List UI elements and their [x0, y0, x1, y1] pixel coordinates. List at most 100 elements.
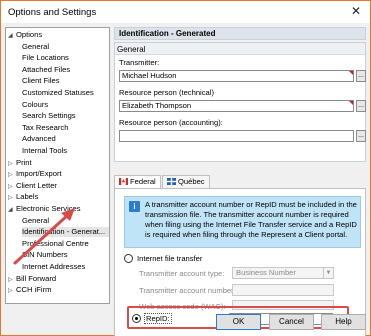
account-type-label: Transmitter account type: [139, 269, 225, 278]
options-settings-window: Options and Settings ✕ ◢ Options General Fi… [0, 0, 371, 336]
help-button[interactable]: Help [321, 314, 366, 330]
tree-item[interactable]: Client Files [22, 76, 109, 86]
tab-federal[interactable]: Federal [114, 175, 161, 189]
tree-item-label: Professional Centre [22, 238, 89, 248]
info-icon: i [129, 201, 140, 212]
close-icon[interactable]: ✕ [346, 3, 366, 20]
account-type-select[interactable]: Business Number ▼ [232, 267, 334, 279]
tree-item-label: Labels [16, 192, 39, 202]
collapsed-arrow-icon[interactable]: ▷ [8, 159, 16, 169]
tree-item[interactable]: SIN Numbers [22, 250, 109, 260]
repid-radio[interactable] [132, 314, 141, 323]
tree-item[interactable]: ▷ Labels [8, 192, 109, 202]
tree-item-label: Client Files [22, 76, 60, 86]
info-message: i A transmitter account number or RepID … [124, 196, 361, 248]
transmitter-browse-button[interactable]: ... [356, 70, 366, 82]
repid-label[interactable]: RepID: [144, 313, 172, 324]
tree-item-label: Identification - Generat... [22, 227, 106, 237]
tree-item-label: Internal Tools [22, 146, 68, 155]
tree-item[interactable]: Tax Research [22, 123, 109, 133]
tree-item[interactable]: ▷ Bill Forward [8, 274, 109, 284]
collapsed-arrow-icon[interactable]: ▷ [8, 193, 16, 203]
tree-item-label: Internet Addresses [22, 262, 86, 271]
collapsed-arrow-icon[interactable]: ▷ [8, 170, 16, 180]
panel-header: Identification - Generated [114, 27, 366, 40]
required-marker-icon [349, 101, 353, 105]
jurisdiction-tabs: Federal Québec [114, 175, 366, 189]
accounting-resource-field[interactable] [119, 130, 354, 142]
tree-item-label: Client Letter [16, 180, 57, 190]
tree-item[interactable]: ▷ Print [8, 158, 109, 168]
tree-item-label: SIN Numbers [22, 250, 68, 260]
expanded-arrow-icon[interactable]: ◢ [8, 205, 16, 215]
cancel-button[interactable]: Cancel [269, 314, 314, 330]
tree-item[interactable]: General [22, 42, 109, 52]
tree-item[interactable]: ▷ CCH iFirm [8, 285, 109, 295]
account-number-field[interactable] [232, 284, 334, 296]
account-number-label: Transmitter account number: [139, 286, 236, 295]
transmitter-field[interactable]: Michael Hudson [119, 70, 354, 82]
tab-quebec[interactable]: Québec [162, 175, 210, 188]
collapsed-arrow-icon[interactable]: ▷ [8, 182, 16, 192]
tree-item-label: Electronic Services [16, 204, 81, 213]
tab-quebec-label: Québec [178, 177, 205, 186]
tech-resource-label: Resource person (technical) [119, 88, 214, 97]
options-tree[interactable]: ◢ Options General File Locations Attached Fi… [5, 27, 110, 304]
expanded-arrow-icon[interactable]: ◢ [8, 31, 16, 41]
tree-item[interactable]: Search Settings [22, 111, 109, 121]
tree-item-label: Customized Statuses [22, 88, 94, 97]
transmitter-value: Michael Hudson [122, 71, 177, 80]
tree-item[interactable]: ▷ Client Letter [8, 181, 109, 191]
collapsed-arrow-icon[interactable]: ▷ [8, 286, 16, 296]
general-section: General Transmitter: Michael Hudson ... … [114, 42, 366, 162]
ok-button[interactable]: OK [216, 314, 261, 330]
tree-item-label: Options [16, 30, 43, 39]
tree-item-label: Advanced [22, 134, 56, 144]
tree-item-label: Colours [22, 99, 49, 109]
tree-item[interactable]: ◢ Electronic Services [8, 204, 109, 214]
general-section-title: General [117, 45, 146, 54]
tree-item[interactable]: General [22, 216, 109, 226]
tab-federal-label: Federal [130, 177, 156, 186]
window-title: Options and Settings [8, 7, 97, 18]
tech-resource-browse-button[interactable]: ... [356, 100, 366, 112]
tree-item[interactable]: Internal Tools [22, 146, 109, 156]
account-type-value: Business Number [236, 268, 296, 277]
tree-item[interactable]: Professional Centre [22, 239, 109, 249]
chevron-down-icon: ▼ [323, 268, 333, 278]
collapsed-arrow-icon[interactable]: ▷ [8, 275, 16, 285]
tree-item-label: Tax Research [22, 122, 69, 132]
accounting-resource-browse-button[interactable]: ... [356, 130, 366, 142]
tree-item[interactable]: Internet Addresses [22, 262, 109, 272]
tree-item[interactable]: ◢ Options [8, 30, 109, 40]
info-message-text: A transmitter account number or RepID mu… [145, 200, 357, 239]
internet-file-transfer-label[interactable]: Internet file transfer [137, 254, 202, 263]
tree-item[interactable]: File Locations [22, 53, 109, 63]
tech-resource-value: Elizabeth Thompson [122, 101, 192, 110]
tree-item-label: General [22, 41, 50, 51]
canada-flag-icon [119, 178, 128, 185]
accounting-resource-label: Resource person (accounting): [119, 118, 223, 127]
tree-item[interactable]: Identification - Generat... [22, 227, 109, 238]
tech-resource-field[interactable]: Elizabeth Thompson [119, 100, 354, 112]
tree-item[interactable]: Attached Files [22, 65, 109, 75]
tree-item-label: CCH iFirm [16, 285, 52, 295]
general-section-header: General [115, 43, 365, 55]
tree-item[interactable]: Customized Statuses [22, 88, 109, 98]
tree-item[interactable]: Colours [22, 100, 109, 110]
tree-item-label: General [22, 215, 50, 225]
tree-item-label: File Locations [22, 53, 69, 63]
settings-panel: Identification - Generated General Trans… [114, 27, 366, 336]
tree-item-label: Print [16, 157, 32, 167]
tree-item-label: Import/Export [16, 169, 62, 179]
transmitter-label: Transmitter: [119, 58, 160, 67]
internet-file-transfer-radio[interactable] [124, 254, 133, 263]
tree-item[interactable]: Advanced [22, 134, 109, 144]
quebec-flag-icon [167, 178, 176, 185]
title-bar: Options and Settings ✕ [1, 1, 370, 23]
tree-item-label: Attached Files [22, 64, 71, 74]
tree-item[interactable]: ▷ Import/Export [8, 169, 109, 179]
tree-item-label: Bill Forward [16, 273, 57, 283]
required-marker-icon [349, 71, 353, 75]
tree-item-label: Search Settings [22, 111, 76, 121]
